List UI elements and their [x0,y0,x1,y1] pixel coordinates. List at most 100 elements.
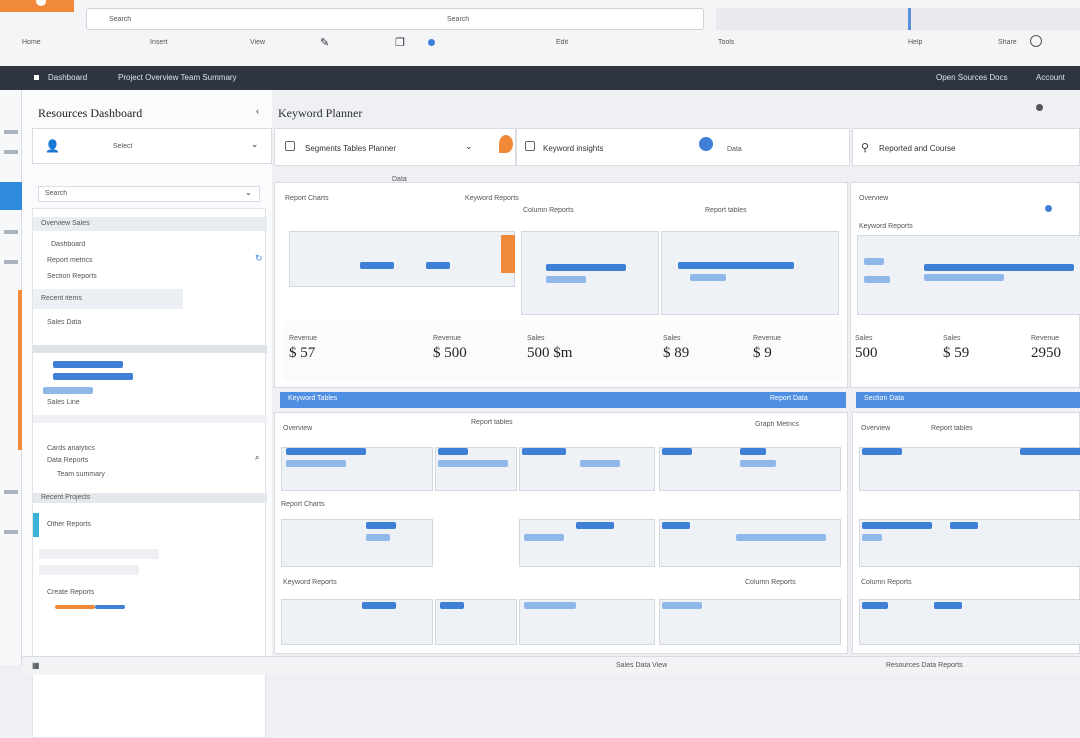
row-label: Column Reports [745,579,796,586]
list-item[interactable]: Recent Projects [33,493,267,503]
section-band[interactable]: Keyword Tables Report Data [280,392,846,408]
list-item[interactable]: Other Reports [47,521,91,528]
chart-bar [950,522,978,529]
filter-select[interactable]: 👤 Select ⌄ [32,128,272,164]
kpi-value: 500 $m [527,345,573,361]
chart-heading: Overview [859,195,889,202]
refresh-icon[interactable] [1030,35,1042,47]
list-item[interactable]: Create Reports [47,589,94,596]
mini-chart [659,519,841,567]
menu-icon[interactable] [34,75,39,80]
toolbar-item-share[interactable]: Share [998,39,1017,46]
list-item[interactable]: Dashboard [51,241,85,248]
mini-chart [435,599,517,645]
list-item[interactable]: Report metrics [47,257,93,264]
record-icon[interactable] [428,39,435,46]
header-card-tag: Data [727,146,742,153]
kpi-card: Sales 500 [855,327,878,362]
header-card-2[interactable]: Keyword insights Data [516,128,850,166]
sidebar-bar [95,605,125,609]
chart-bar [678,262,794,269]
status-bar: ▦ Sales Data View Resources Data Reports [22,656,1080,675]
list-item[interactable]: Sales Line [47,399,80,406]
sidebar: Resources Dashboard 👤 Select ⌄ Search ⌄ … [22,90,272,738]
mini-chart [281,447,433,491]
bike-icon: ⚲ [861,142,870,154]
page-title: Keyword Planner [278,106,363,120]
chart-bar [286,448,366,455]
pen-icon[interactable]: ✎ [320,36,329,49]
chart-bar [740,460,776,467]
nav-user[interactable]: Account [1036,73,1065,82]
nav-left[interactable]: Dashboard [48,73,87,82]
row-label: Overview [861,425,891,432]
kpi-label: Sales [855,335,873,342]
chart-bar [366,534,390,541]
rail-active-item[interactable] [0,182,22,210]
list-item[interactable]: Recent items [33,289,183,309]
list-item[interactable]: Team summary [57,471,105,478]
chart-bar [362,602,396,609]
back-icon[interactable]: ‹ [256,106,259,116]
kpi-value: $ 89 [663,345,690,361]
toolbar-item-tools[interactable]: Tools [718,39,734,46]
chart-bar [662,448,692,455]
mini-chart [859,519,1080,567]
mini-chart [519,599,655,645]
mini-chart [281,599,433,645]
search-placeholder: Search [109,16,132,23]
kpi-label: Sales [527,335,545,342]
search-input[interactable]: Search Search ✕ [86,8,781,30]
list-item[interactable]: Section Reports [47,273,97,280]
grid-icon[interactable]: ▦ [32,661,40,670]
divider [33,415,267,423]
search-hint: Search [447,16,470,23]
chart-bar [524,602,576,609]
toolbar-item-help[interactable]: Help [908,39,922,46]
refresh-icon[interactable]: ↻ [255,253,263,264]
list-item[interactable]: Sales Data [47,319,81,326]
toolbar-item-edit[interactable]: Edit [556,39,568,46]
toolbar-item-view[interactable]: View [250,39,265,46]
list-item[interactable]: Overview Sales [33,217,267,231]
list-item[interactable]: Cards analytics [47,445,95,452]
rail-item[interactable] [4,230,18,234]
rail-item[interactable] [4,130,18,134]
chart-panel-main: Report Charts Keyword Reports Column Rep… [274,182,848,388]
chevron-down-icon: ⌄ [245,188,252,197]
chart-bar [426,262,450,269]
map-preview [716,8,1080,30]
section-band[interactable]: Section Data [856,392,1080,408]
copy-icon[interactable]: ❐ [395,36,405,49]
header-card-1[interactable]: Segments Tables Planner ⌄ [274,128,516,166]
kpi-label: Revenue [433,335,462,342]
chart-bar [862,602,888,609]
rail-item[interactable] [4,150,18,154]
kpi-label: Sales [663,335,681,342]
chart-bar [576,522,614,529]
row-label: Report tables [931,425,973,432]
doc-icon [285,141,295,151]
kpi-card: Revenue $ 9 [753,327,781,362]
rail-item[interactable] [4,530,18,534]
kpi-label: Sales [943,335,961,342]
band-label: Keyword Tables [288,395,338,402]
nav-mid[interactable]: Project Overview Team Summary [118,73,237,82]
list-item[interactable] [39,549,159,559]
toolbar-item-insert[interactable]: Insert [150,39,168,46]
search-icon[interactable]: ⌕ [255,453,259,463]
kpi-card: Sales 500 $m [527,327,572,362]
chart-bar [690,274,726,281]
toolbar-item-home[interactable]: Home [22,39,41,46]
kpi-value: $ 57 [289,345,316,361]
chart-bar [662,522,690,529]
nav-right[interactable]: Open Sources Docs [936,73,1008,82]
rail-item[interactable] [4,260,18,264]
list-item[interactable]: Data Reports [47,457,88,464]
rail-item[interactable] [4,490,18,494]
list-item[interactable] [39,565,139,575]
sidebar-search-input[interactable]: Search ⌄ [38,186,260,202]
footer-right: Resources Data Reports [886,662,963,669]
header-card-3[interactable]: ⚲ Reported and Course [852,128,1080,166]
kpi-value: $ 9 [753,345,772,361]
